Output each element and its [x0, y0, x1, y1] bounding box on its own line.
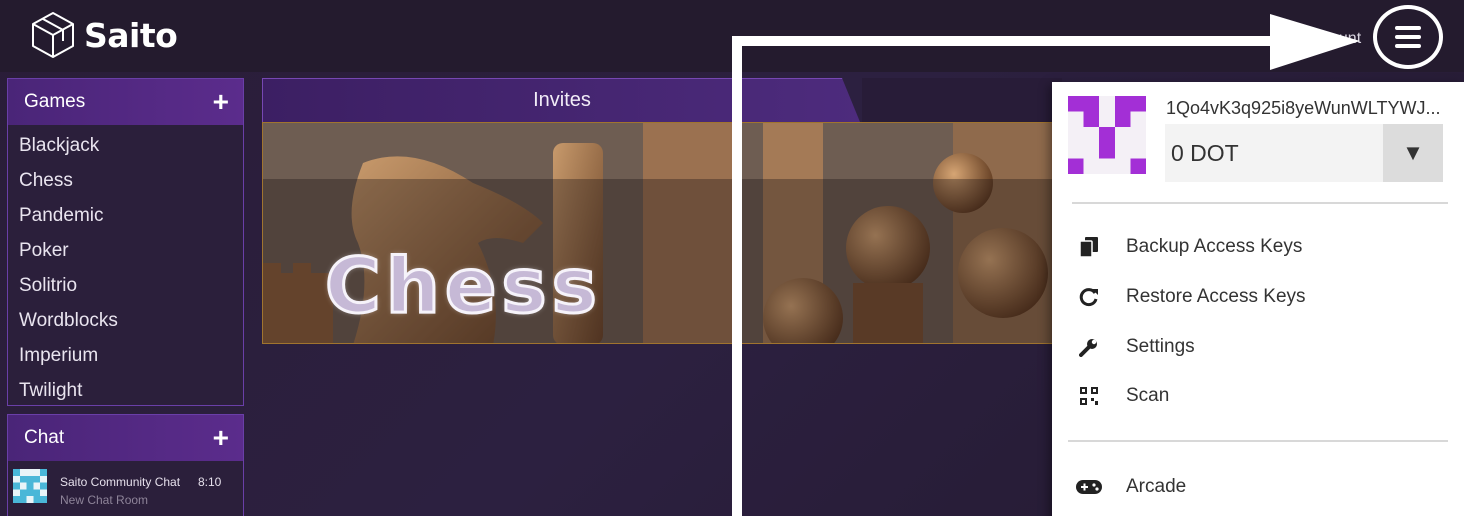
menu-item-label: Scan	[1126, 385, 1170, 406]
chat-panel-header: Chat +	[8, 415, 243, 461]
chat-list-item[interactable]: Saito Community Chat 8:10 New Chat Room	[8, 461, 243, 516]
menu-item-label: Settings	[1126, 336, 1195, 357]
main-tabs: Invites	[262, 78, 1062, 122]
menu-item-scan[interactable]: Scan	[1076, 376, 1446, 416]
top-header: Saito ount	[0, 0, 1464, 72]
menu-item-label: Backup Access Keys	[1126, 236, 1303, 257]
game-item-imperium[interactable]: Imperium	[8, 338, 243, 373]
account-dropdown-menu: 1Qo4vK3q925i8yeWunWLTYWJ... 0 DOT ▼ Back…	[1052, 82, 1464, 516]
hamburger-icon	[1395, 26, 1421, 48]
add-chat-button[interactable]: +	[213, 424, 229, 452]
games-panel-header: Games +	[8, 79, 243, 125]
menu-divider	[1072, 202, 1448, 204]
menu-item-label: Arcade	[1126, 476, 1187, 497]
copy-icon	[1076, 236, 1102, 258]
menu-item-restore-access-keys[interactable]: Restore Access Keys	[1076, 277, 1446, 317]
game-item-pandemic[interactable]: Pandemic	[8, 198, 243, 233]
menu-item-arcade[interactable]: Arcade	[1076, 467, 1446, 507]
brand-name: Saito	[84, 15, 178, 55]
menu-divider	[1068, 440, 1448, 442]
public-key[interactable]: 1Qo4vK3q925i8yeWunWLTYWJ...	[1166, 98, 1456, 119]
menu-toggle-button[interactable]	[1373, 5, 1443, 69]
identicon-avatar-icon	[1068, 96, 1146, 174]
game-item-poker[interactable]: Poker	[8, 233, 243, 268]
chat-avatar-icon	[13, 469, 47, 503]
tab-secondary[interactable]	[862, 78, 1062, 122]
menu-item-label: Restore Access Keys	[1126, 286, 1306, 307]
games-list: Blackjack Chess Pandemic Poker Solitrio …	[8, 125, 243, 408]
game-item-chess[interactable]: Chess	[8, 163, 243, 198]
chat-timestamp: 8:10	[198, 475, 222, 489]
chat-title: Chat	[24, 427, 65, 448]
saito-logo[interactable]: Saito	[30, 10, 178, 60]
chat-panel: Chat + Saito Community Chat 8:10 New Cha…	[7, 414, 244, 516]
chat-room-subtitle: New Chat Room	[60, 493, 149, 507]
tab-invites[interactable]: Invites	[262, 78, 860, 122]
game-item-blackjack[interactable]: Blackjack	[8, 128, 243, 163]
game-item-twilight[interactable]: Twilight	[8, 373, 243, 408]
wrench-icon	[1076, 336, 1102, 358]
gamepad-icon	[1076, 476, 1102, 498]
games-title: Games	[24, 91, 86, 112]
account-label: ount	[1330, 30, 1362, 47]
balance-dropdown-arrow[interactable]: ▼	[1383, 124, 1443, 182]
balance-value: 0 DOT	[1171, 140, 1239, 166]
game-item-wordblocks[interactable]: Wordblocks	[8, 303, 243, 338]
menu-item-backup-access-keys[interactable]: Backup Access Keys	[1076, 227, 1446, 267]
cube-logo-icon	[32, 12, 74, 58]
restore-icon	[1076, 286, 1102, 308]
add-game-button[interactable]: +	[213, 88, 229, 116]
game-item-solitrio[interactable]: Solitrio	[8, 268, 243, 303]
chat-room-name: Saito Community Chat	[60, 475, 181, 489]
qr-code-icon	[1076, 385, 1102, 407]
balance-select[interactable]: 0 DOT ▼	[1165, 124, 1443, 182]
games-panel: Games + Blackjack Chess Pandemic Poker S…	[7, 78, 244, 406]
menu-item-settings[interactable]: Settings	[1076, 327, 1446, 367]
game-banner[interactable]: Chess	[262, 122, 1054, 344]
banner-title: Chess	[324, 240, 602, 332]
